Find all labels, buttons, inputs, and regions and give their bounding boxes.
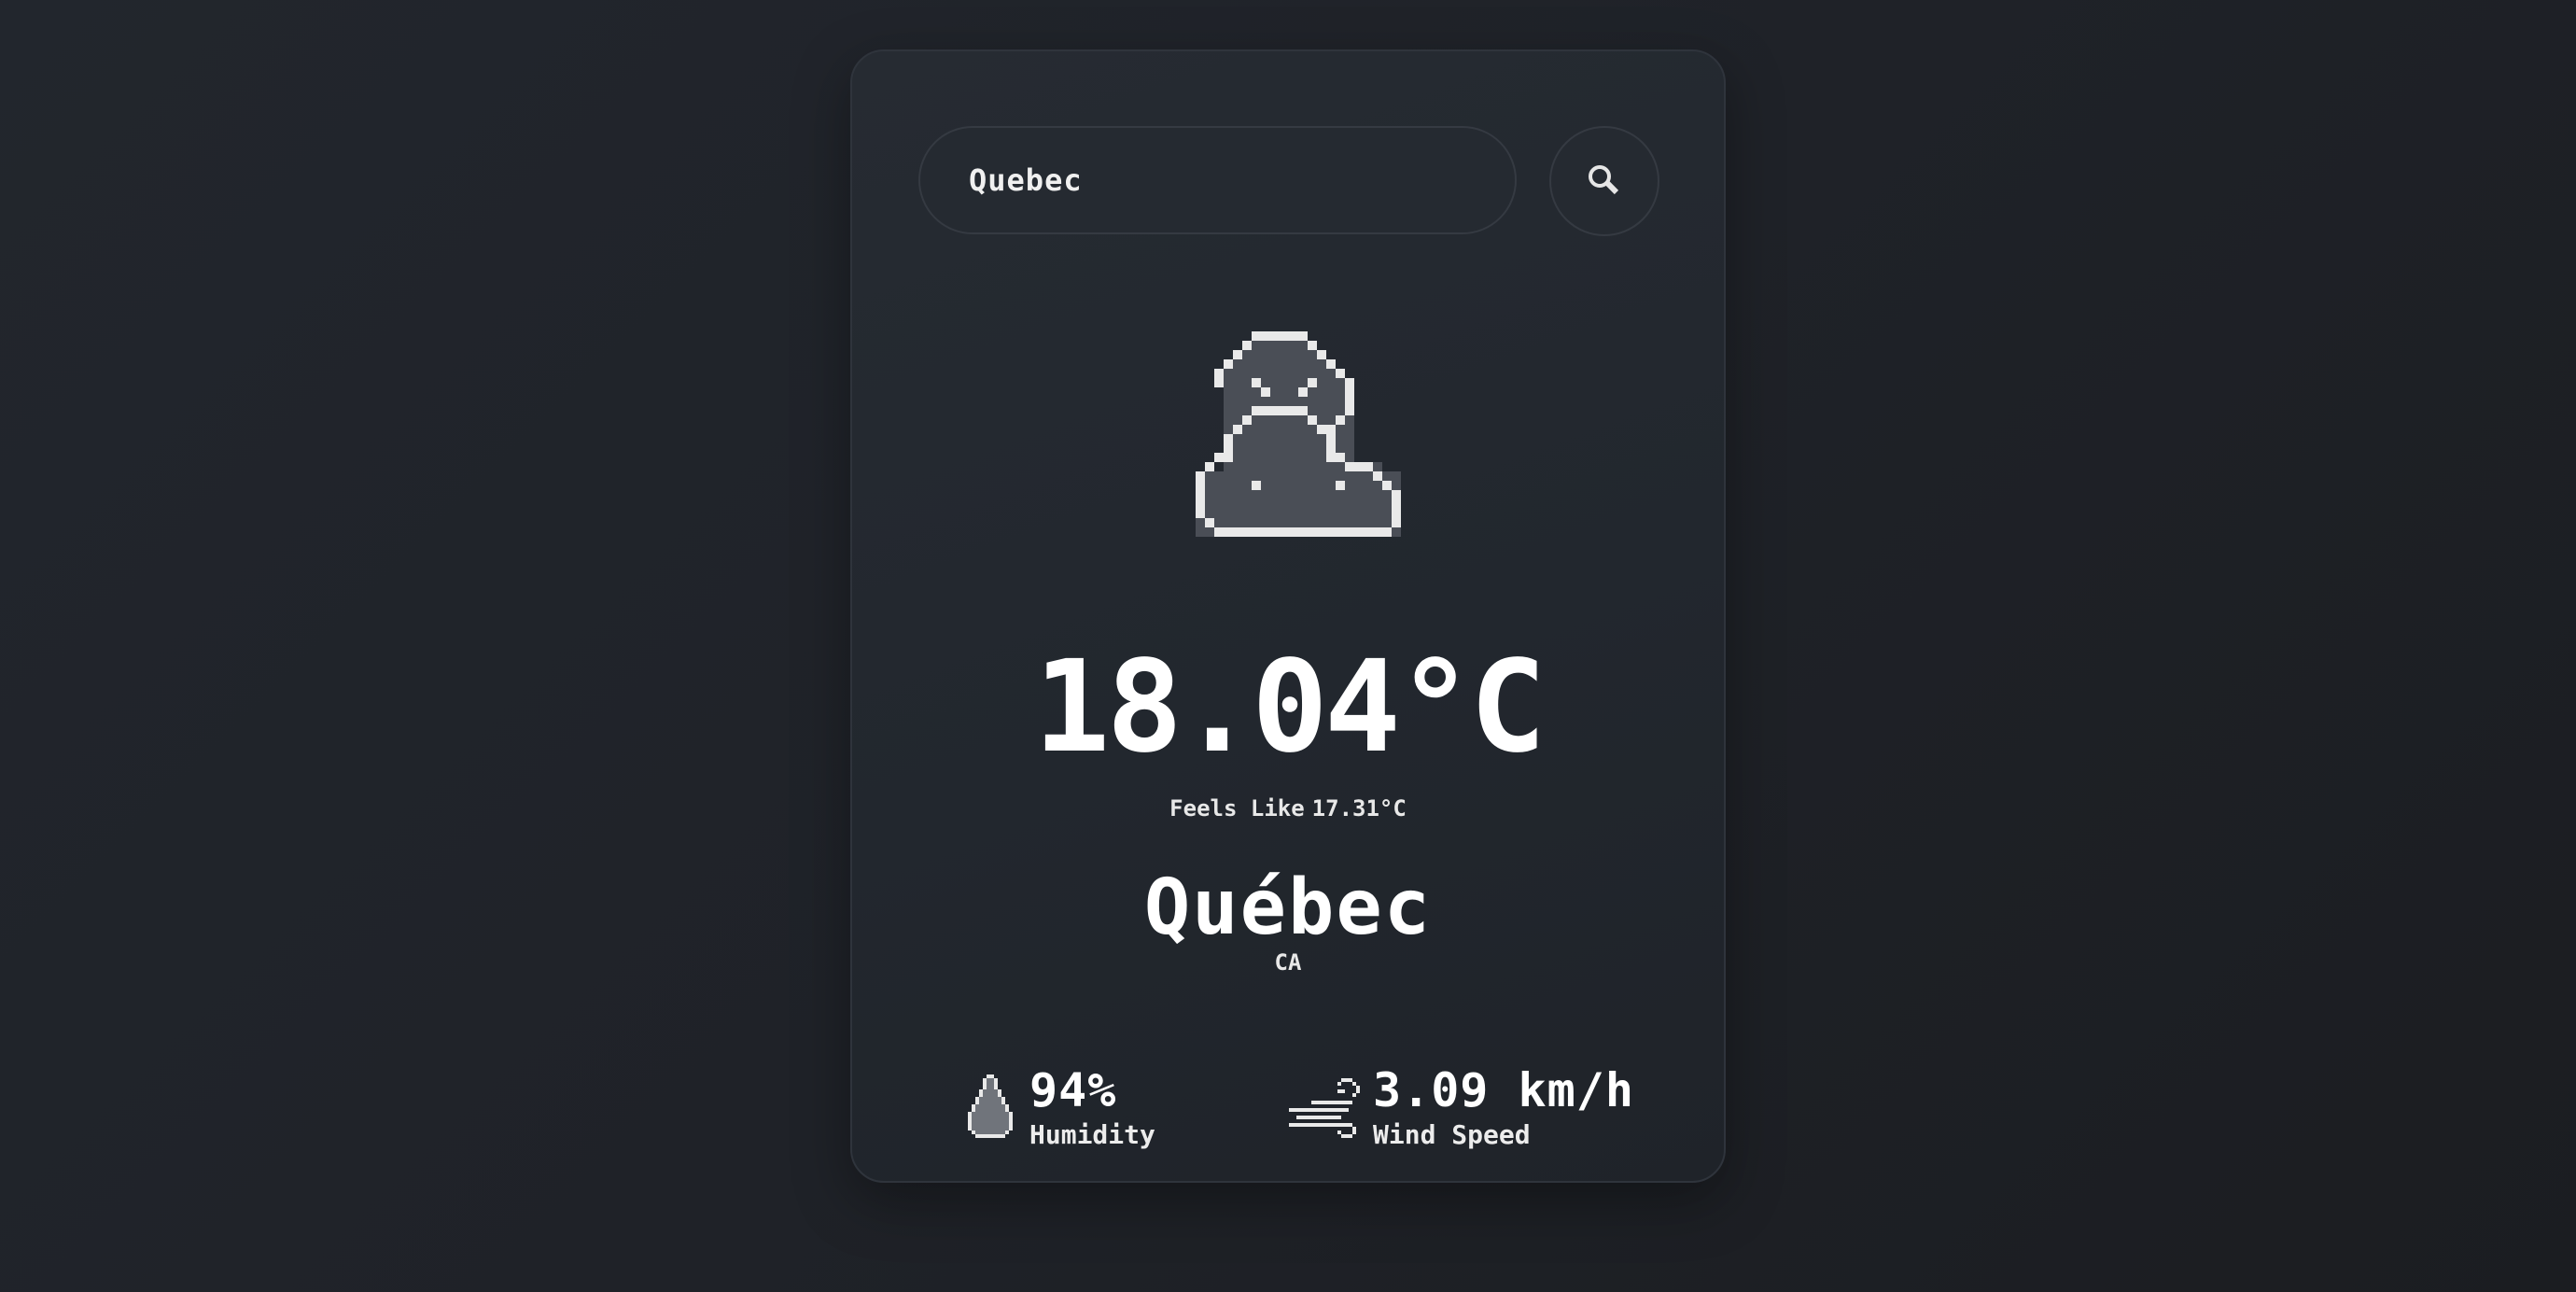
humidity-label: Humidity [1029, 1119, 1155, 1150]
weather-card: 18.04°C Feels Like17.31°C Québec CA [850, 49, 1726, 1183]
search-field[interactable] [918, 126, 1517, 234]
wind-stat: 3.09 km/h Wind Speed [1289, 1064, 1634, 1152]
search-button[interactable] [1549, 126, 1659, 236]
water-drop-icon [968, 1074, 1013, 1138]
country-code: CA [1274, 949, 1302, 976]
humidity-value: 94% [1029, 1063, 1117, 1117]
wind-speed-label: Wind Speed [1373, 1119, 1531, 1150]
feels-like: Feels Like 17.31°C [852, 795, 1724, 822]
feels-like-label: Feels Like [1169, 795, 1305, 822]
city-name: Québec [1143, 864, 1433, 952]
wind-icon [1289, 1078, 1360, 1138]
temperature-value: 18.04°C [1033, 634, 1546, 781]
humidity-stat: 94% Humidity [964, 1064, 1155, 1152]
wind-speed-value: 3.09 km/h [1373, 1063, 1634, 1117]
search-icon [1589, 165, 1619, 195]
feels-like-value: 17.31°C [1311, 795, 1407, 822]
cloudy-icon [1196, 331, 1401, 537]
search-input[interactable] [967, 162, 1515, 199]
